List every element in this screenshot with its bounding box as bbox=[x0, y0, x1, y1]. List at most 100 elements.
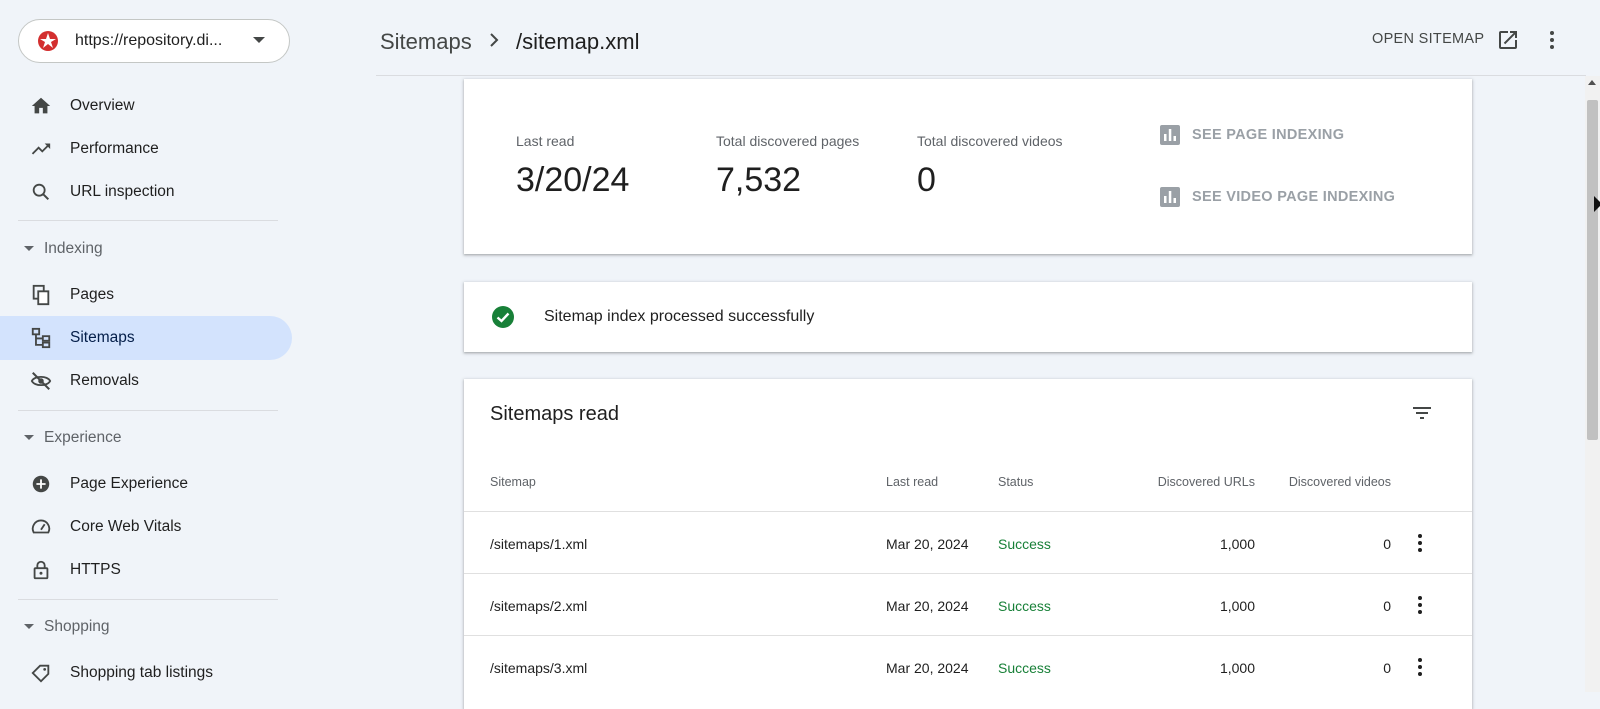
search-icon bbox=[32, 183, 50, 201]
cell-urls: 1,000 bbox=[1219, 660, 1255, 676]
column-header-discovered-urls[interactable]: Discovered URLs bbox=[1125, 475, 1255, 489]
see-video-page-indexing-link[interactable]: SEE VIDEO PAGE INDEXING bbox=[1192, 189, 1395, 205]
cell-status: Success bbox=[998, 536, 1051, 552]
cell-urls: 1,000 bbox=[1219, 536, 1255, 552]
property-url: https://repository.di... bbox=[75, 32, 223, 49]
sidebar-item-removals[interactable]: Removals bbox=[0, 359, 292, 403]
total-videos-label: Total discovered videos bbox=[917, 133, 1063, 149]
table-row[interactable]: /sitemaps/1.xml Mar 20, 2024 Success 1,0… bbox=[464, 511, 1472, 574]
cell-videos: 0 bbox=[1383, 536, 1391, 552]
sidebar-item-label: Removals bbox=[70, 372, 139, 389]
cell-status: Success bbox=[998, 598, 1051, 614]
sidebar-item-label: HTTPS bbox=[70, 561, 121, 578]
section-label: Experience bbox=[44, 429, 122, 446]
cell-last-read: Mar 20, 2024 bbox=[886, 598, 969, 614]
home-icon bbox=[31, 97, 51, 114]
sidebar-item-pages[interactable]: Pages bbox=[0, 273, 292, 317]
last-read-value: 3/20/24 bbox=[516, 161, 630, 199]
cell-sitemap: /sitemaps/2.xml bbox=[490, 598, 588, 614]
page-header: Sitemaps /sitemap.xml OPEN SITEMAP bbox=[300, 0, 1600, 76]
sidebar-item-sitemaps[interactable]: Sitemaps bbox=[0, 316, 292, 360]
sidebar-item-url-inspection[interactable]: URL inspection bbox=[0, 170, 292, 214]
summary-card: Last read 3/20/24 Total discovered pages… bbox=[464, 79, 1472, 254]
last-read-label: Last read bbox=[516, 133, 575, 149]
pages-icon bbox=[32, 284, 50, 306]
table-title: Sitemaps read bbox=[490, 403, 619, 425]
more-vert-icon[interactable] bbox=[1408, 531, 1432, 555]
column-header-status[interactable]: Status bbox=[998, 475, 1033, 489]
total-pages-value: 7,532 bbox=[716, 161, 802, 199]
bar-chart-icon bbox=[1160, 187, 1180, 207]
sidebar-item-overview[interactable]: Overview bbox=[0, 84, 292, 128]
chevron-right-icon bbox=[490, 33, 499, 47]
filter-icon[interactable] bbox=[1410, 401, 1434, 425]
column-header-last-read[interactable]: Last read bbox=[886, 475, 938, 489]
section-label: Shopping bbox=[44, 618, 110, 635]
sidebar-item-shopping-tab-listings[interactable]: Shopping tab listings bbox=[0, 651, 292, 692]
open-in-new-icon[interactable] bbox=[1496, 28, 1520, 52]
cell-last-read: Mar 20, 2024 bbox=[886, 660, 969, 676]
cell-last-read: Mar 20, 2024 bbox=[886, 536, 969, 552]
column-header-discovered-videos[interactable]: Discovered videos bbox=[1255, 475, 1391, 489]
eye-off-icon bbox=[30, 372, 52, 390]
lock-icon bbox=[33, 560, 49, 580]
cell-sitemap: /sitemaps/3.xml bbox=[490, 660, 588, 676]
sidebar-item-label: Pages bbox=[70, 286, 114, 303]
trending-up-icon bbox=[31, 143, 51, 155]
sitemap-icon bbox=[31, 327, 51, 349]
sidebar-item-label: Overview bbox=[70, 97, 135, 114]
sidebar-item-label: Performance bbox=[70, 140, 159, 157]
property-selector[interactable]: https://repository.di... bbox=[18, 19, 290, 63]
speedometer-icon bbox=[31, 519, 51, 534]
chevron-down-icon bbox=[253, 37, 265, 43]
cell-videos: 0 bbox=[1383, 660, 1391, 676]
sidebar-item-core-web-vitals[interactable]: Core Web Vitals bbox=[0, 505, 292, 549]
more-vert-icon[interactable] bbox=[1408, 593, 1432, 617]
section-label: Indexing bbox=[44, 240, 103, 257]
caret-down-icon bbox=[24, 246, 34, 251]
column-header-sitemap[interactable]: Sitemap bbox=[490, 475, 536, 489]
table-row[interactable]: /sitemaps/2.xml Mar 20, 2024 Success 1,0… bbox=[464, 573, 1472, 636]
sitemaps-read-card: Sitemaps read Sitemap Last read Status D… bbox=[464, 379, 1472, 709]
sidebar-item-label: Shopping tab listings bbox=[70, 664, 214, 681]
open-sitemap-button[interactable]: OPEN SITEMAP bbox=[1372, 31, 1484, 47]
plus-circle-icon bbox=[32, 475, 50, 493]
mouse-cursor-icon bbox=[1594, 196, 1600, 212]
sidebar-item-https[interactable]: HTTPS bbox=[0, 548, 292, 592]
sidebar-item-label: URL inspection bbox=[70, 183, 175, 200]
cell-videos: 0 bbox=[1383, 598, 1391, 614]
sidebar-item-label: Core Web Vitals bbox=[70, 518, 182, 535]
check-circle-icon bbox=[492, 306, 514, 328]
divider bbox=[18, 410, 278, 411]
breadcrumb-sitemaps[interactable]: Sitemaps bbox=[380, 29, 472, 55]
more-vert-icon[interactable] bbox=[1408, 655, 1432, 679]
status-card: Sitemap index processed successfully bbox=[464, 282, 1472, 352]
table-row[interactable]: /sitemaps/3.xml Mar 20, 2024 Success 1,0… bbox=[464, 635, 1472, 698]
cell-urls: 1,000 bbox=[1219, 598, 1255, 614]
section-indexing[interactable]: Indexing bbox=[0, 235, 292, 265]
sidebar: https://repository.di... Overview Perfor… bbox=[0, 0, 300, 692]
section-experience[interactable]: Experience bbox=[0, 424, 292, 454]
tag-icon bbox=[31, 664, 50, 683]
scrollbar-thumb[interactable] bbox=[1587, 100, 1598, 440]
total-pages-label: Total discovered pages bbox=[716, 133, 860, 149]
scroll-up-arrow-icon[interactable] bbox=[1588, 80, 1596, 85]
bar-chart-icon bbox=[1160, 125, 1180, 145]
header-divider bbox=[376, 75, 1586, 76]
sidebar-item-label: Page Experience bbox=[70, 475, 189, 492]
see-page-indexing-link[interactable]: SEE PAGE INDEXING bbox=[1192, 127, 1344, 143]
cell-sitemap: /sitemaps/1.xml bbox=[490, 536, 588, 552]
cell-status: Success bbox=[998, 660, 1051, 676]
caret-down-icon bbox=[24, 624, 34, 629]
sidebar-item-page-experience[interactable]: Page Experience bbox=[0, 462, 292, 506]
more-vert-icon[interactable] bbox=[1540, 28, 1564, 52]
sidebar-item-label: Sitemaps bbox=[70, 329, 135, 346]
caret-down-icon bbox=[24, 435, 34, 440]
status-message: Sitemap index processed successfully bbox=[544, 308, 815, 325]
property-logo-icon bbox=[35, 28, 61, 54]
page-title: /sitemap.xml bbox=[516, 29, 640, 54]
sidebar-item-performance[interactable]: Performance bbox=[0, 127, 292, 171]
divider bbox=[18, 220, 278, 221]
divider bbox=[18, 599, 278, 600]
section-shopping[interactable]: Shopping bbox=[0, 613, 292, 643]
